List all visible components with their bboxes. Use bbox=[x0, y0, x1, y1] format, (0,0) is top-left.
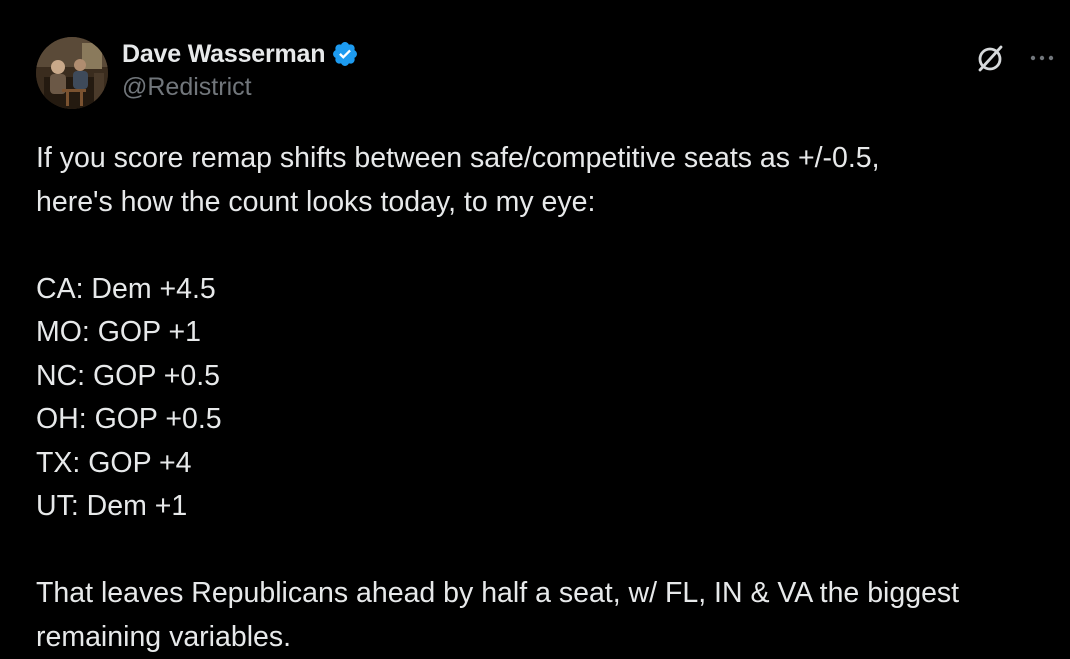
state-line-ca: CA: Dem +4.5 bbox=[36, 268, 1056, 312]
state-line-ut: UT: Dem +1 bbox=[36, 485, 1056, 529]
state-line-tx: TX: GOP +4 bbox=[36, 442, 1056, 486]
tweet-actions bbox=[974, 42, 1056, 74]
author-display-name[interactable]: Dave Wasserman bbox=[122, 40, 325, 69]
state-line-mo: MO: GOP +1 bbox=[36, 311, 1056, 355]
author-block: Dave Wasserman @Redistrict bbox=[122, 36, 359, 102]
tweet-intro-line: If you score remap shifts between safe/c… bbox=[36, 137, 1056, 181]
profile-photo-icon bbox=[36, 37, 108, 109]
state-line-oh: OH: GOP +0.5 bbox=[36, 398, 1056, 442]
author-avatar[interactable] bbox=[36, 37, 108, 109]
tweet-intro-line: here's how the count looks today, to my … bbox=[36, 181, 1056, 225]
more-options-icon[interactable] bbox=[1028, 44, 1056, 72]
tweet-outro-line: That leaves Republicans ahead by half a … bbox=[36, 572, 1056, 616]
state-line-nc: NC: GOP +0.5 bbox=[36, 355, 1056, 399]
author-name-row: Dave Wasserman bbox=[122, 36, 359, 72]
verified-badge-icon[interactable] bbox=[331, 40, 359, 68]
paragraph-gap bbox=[36, 224, 1056, 268]
author-handle[interactable]: @Redistrict bbox=[122, 73, 359, 102]
tweet: Dave Wasserman @Redistrict bbox=[0, 0, 1070, 652]
grok-icon[interactable] bbox=[974, 42, 1006, 74]
tweet-text: If you score remap shifts between safe/c… bbox=[36, 137, 1056, 659]
paragraph-gap bbox=[36, 529, 1056, 573]
tweet-outro-line: remaining variables. bbox=[36, 616, 1056, 659]
